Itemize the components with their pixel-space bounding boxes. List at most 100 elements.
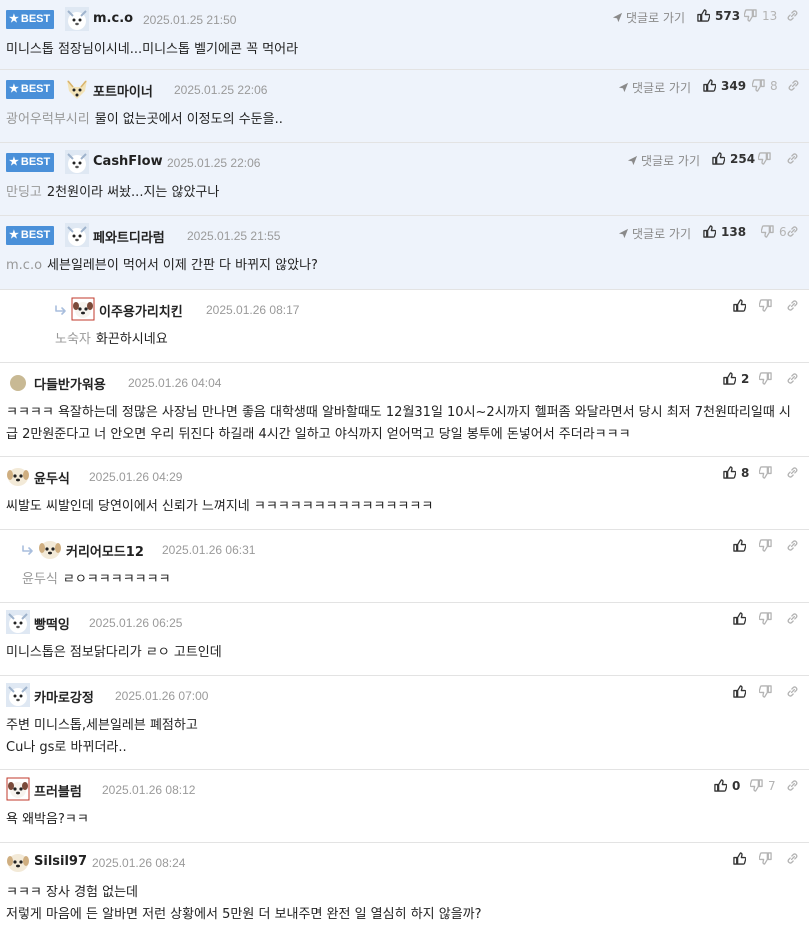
author-name[interactable]: 다들반가워용 (34, 374, 106, 393)
downvote-count: 7 (768, 779, 776, 793)
thumbs-down-icon (760, 225, 774, 239)
downvote-button[interactable] (758, 612, 772, 626)
link-share-button[interactable] (786, 612, 799, 626)
goto-comment-link[interactable]: 댓글로 가기 (627, 152, 700, 169)
downvote-button[interactable]: 8 (751, 79, 778, 93)
upvote-button[interactable]: 573 (697, 9, 740, 23)
link-icon (786, 539, 799, 553)
link-share-button[interactable] (786, 685, 799, 699)
upvote-count: 254 (730, 152, 756, 166)
comment-date: 2025.01.26 04:04 (128, 376, 222, 390)
link-share-button[interactable] (787, 79, 800, 93)
link-share-button[interactable] (786, 539, 799, 553)
downvote-button[interactable] (758, 852, 772, 866)
author-name[interactable]: 커리어모드12 (66, 541, 144, 560)
goto-label: 댓글로 가기 (632, 227, 692, 241)
mention-tag[interactable]: 광어우럭부시리 (6, 112, 90, 127)
author-name[interactable]: 이주용가리치킨 (99, 301, 183, 320)
best-comment: ★ BEST 페와트디라럼 2025.01.25 21:55 댓글로 가기 138 6 m.c… (0, 216, 809, 290)
mention-tag[interactable]: 만딩고 (6, 185, 42, 200)
comment-date: 2025.01.26 07:00 (115, 689, 209, 703)
author-name[interactable]: 포트마이너 (93, 81, 153, 100)
comment-body: 욕 왜박음?ㅋㅋ (6, 809, 799, 831)
star-icon: ★ (9, 83, 19, 95)
upvote-button[interactable] (733, 539, 747, 553)
comment-date: 2025.01.25 22:06 (167, 156, 261, 170)
mention-tag[interactable]: 윤두식 (22, 572, 58, 587)
upvote-button[interactable]: 138 (703, 225, 746, 239)
downvote-button[interactable] (758, 539, 772, 553)
link-share-button[interactable] (786, 466, 799, 480)
comment-body: 미니스톱은 점보닭다리가 ㄹㅇ 고트인데 (6, 642, 799, 664)
avatar[interactable] (65, 77, 89, 101)
downvote-button[interactable] (758, 299, 772, 313)
link-share-button[interactable] (786, 152, 799, 166)
comment: 빵떡잉 2025.01.26 06:25 미니스톱은 점보닭다리가 ㄹㅇ 고트인데 (0, 603, 809, 676)
upvote-button[interactable] (733, 685, 747, 699)
mention-tag[interactable]: m.c.o (6, 258, 42, 273)
downvote-button[interactable]: 13 (743, 9, 777, 23)
comment: 카마로강정 2025.01.26 07:00 주변 미니스톱,세븐일레븐 폐점하고 … (0, 676, 809, 770)
avatar[interactable] (65, 7, 89, 31)
upvote-button[interactable] (733, 612, 747, 626)
thumbs-up-icon (723, 466, 737, 480)
downvote-button[interactable] (758, 685, 772, 699)
author-name[interactable]: 윤두식 (34, 468, 70, 487)
comment-body: 만딩고 2천원이라 써놨...지는 않았구나 (6, 182, 799, 204)
comment-text: 미니스톱 점장님이시네...미니스톱 벨기에콘 꼭 먹어라 (6, 42, 299, 57)
author-name[interactable]: Silsil97 (34, 854, 87, 869)
comment-date: 2025.01.26 04:29 (89, 470, 183, 484)
link-share-button[interactable] (786, 9, 799, 23)
mention-tag[interactable]: 노숙자 (55, 332, 91, 347)
link-share-button[interactable] (786, 852, 799, 866)
upvote-button[interactable]: 254 (712, 152, 755, 166)
avatar[interactable] (6, 683, 30, 707)
link-share-button[interactable] (786, 779, 799, 793)
avatar[interactable] (65, 223, 89, 247)
avatar[interactable] (65, 150, 89, 174)
goto-comment-link[interactable]: 댓글로 가기 (612, 9, 685, 26)
avatar[interactable] (6, 610, 30, 634)
link-icon (786, 466, 799, 480)
avatar[interactable] (6, 464, 30, 488)
avatar[interactable] (38, 537, 62, 561)
comment-text: 화끈하시네요 (95, 332, 168, 347)
comment-text: 씨발도 씨발인데 당연이에서 신뢰가 느껴지네 ㅋㅋㅋㅋㅋㅋㅋㅋㅋㅋㅋㅋㅋㅋㅋ (6, 499, 434, 514)
downvote-button[interactable] (758, 466, 772, 480)
avatar[interactable] (6, 777, 30, 801)
downvote-button[interactable] (757, 152, 771, 166)
author-name[interactable]: m.c.o (93, 11, 133, 26)
author-name[interactable]: CashFlow (93, 154, 163, 169)
comment-date: 2025.01.26 08:12 (102, 783, 196, 797)
thumbs-down-icon (758, 372, 772, 386)
author-name[interactable]: 프러블럼 (34, 781, 82, 800)
goto-comment-link[interactable]: 댓글로 가기 (618, 225, 691, 242)
upvote-button[interactable] (733, 299, 747, 313)
avatar[interactable] (6, 370, 30, 394)
avatar[interactable] (71, 297, 95, 321)
author-name[interactable]: 빵떡잉 (34, 614, 70, 633)
thumbs-up-icon (712, 152, 726, 166)
goto-comment-link[interactable]: 댓글로 가기 (618, 79, 691, 96)
thumbs-down-icon (758, 685, 772, 699)
upvote-button[interactable]: 2 (723, 372, 749, 386)
author-name[interactable]: 페와트디라럼 (93, 227, 165, 246)
author-name[interactable]: 카마로강정 (34, 687, 94, 706)
downvote-button[interactable]: 7 (749, 779, 776, 793)
link-share-button[interactable] (786, 299, 799, 313)
link-share-button[interactable] (786, 225, 799, 239)
upvote-button[interactable] (733, 852, 747, 866)
link-share-button[interactable] (786, 372, 799, 386)
upvote-button[interactable]: 349 (703, 79, 746, 93)
best-label: BEST (20, 156, 51, 168)
comment-text: 미니스톱은 점보닭다리가 ㄹㅇ 고트인데 (6, 645, 222, 660)
comment-body: ㅋㅋㅋ 장사 경험 없는데 저렇게 마음에 든 알바면 저런 상황에서 5만원 … (6, 882, 799, 926)
downvote-button[interactable] (758, 372, 772, 386)
upvote-button[interactable]: 0 (714, 779, 740, 793)
thumbs-up-icon (733, 852, 747, 866)
avatar[interactable] (6, 850, 30, 874)
goto-label: 댓글로 가기 (641, 154, 701, 168)
downvote-button[interactable]: 6 (760, 225, 787, 239)
upvote-button[interactable]: 8 (723, 466, 749, 480)
link-icon (786, 9, 799, 23)
